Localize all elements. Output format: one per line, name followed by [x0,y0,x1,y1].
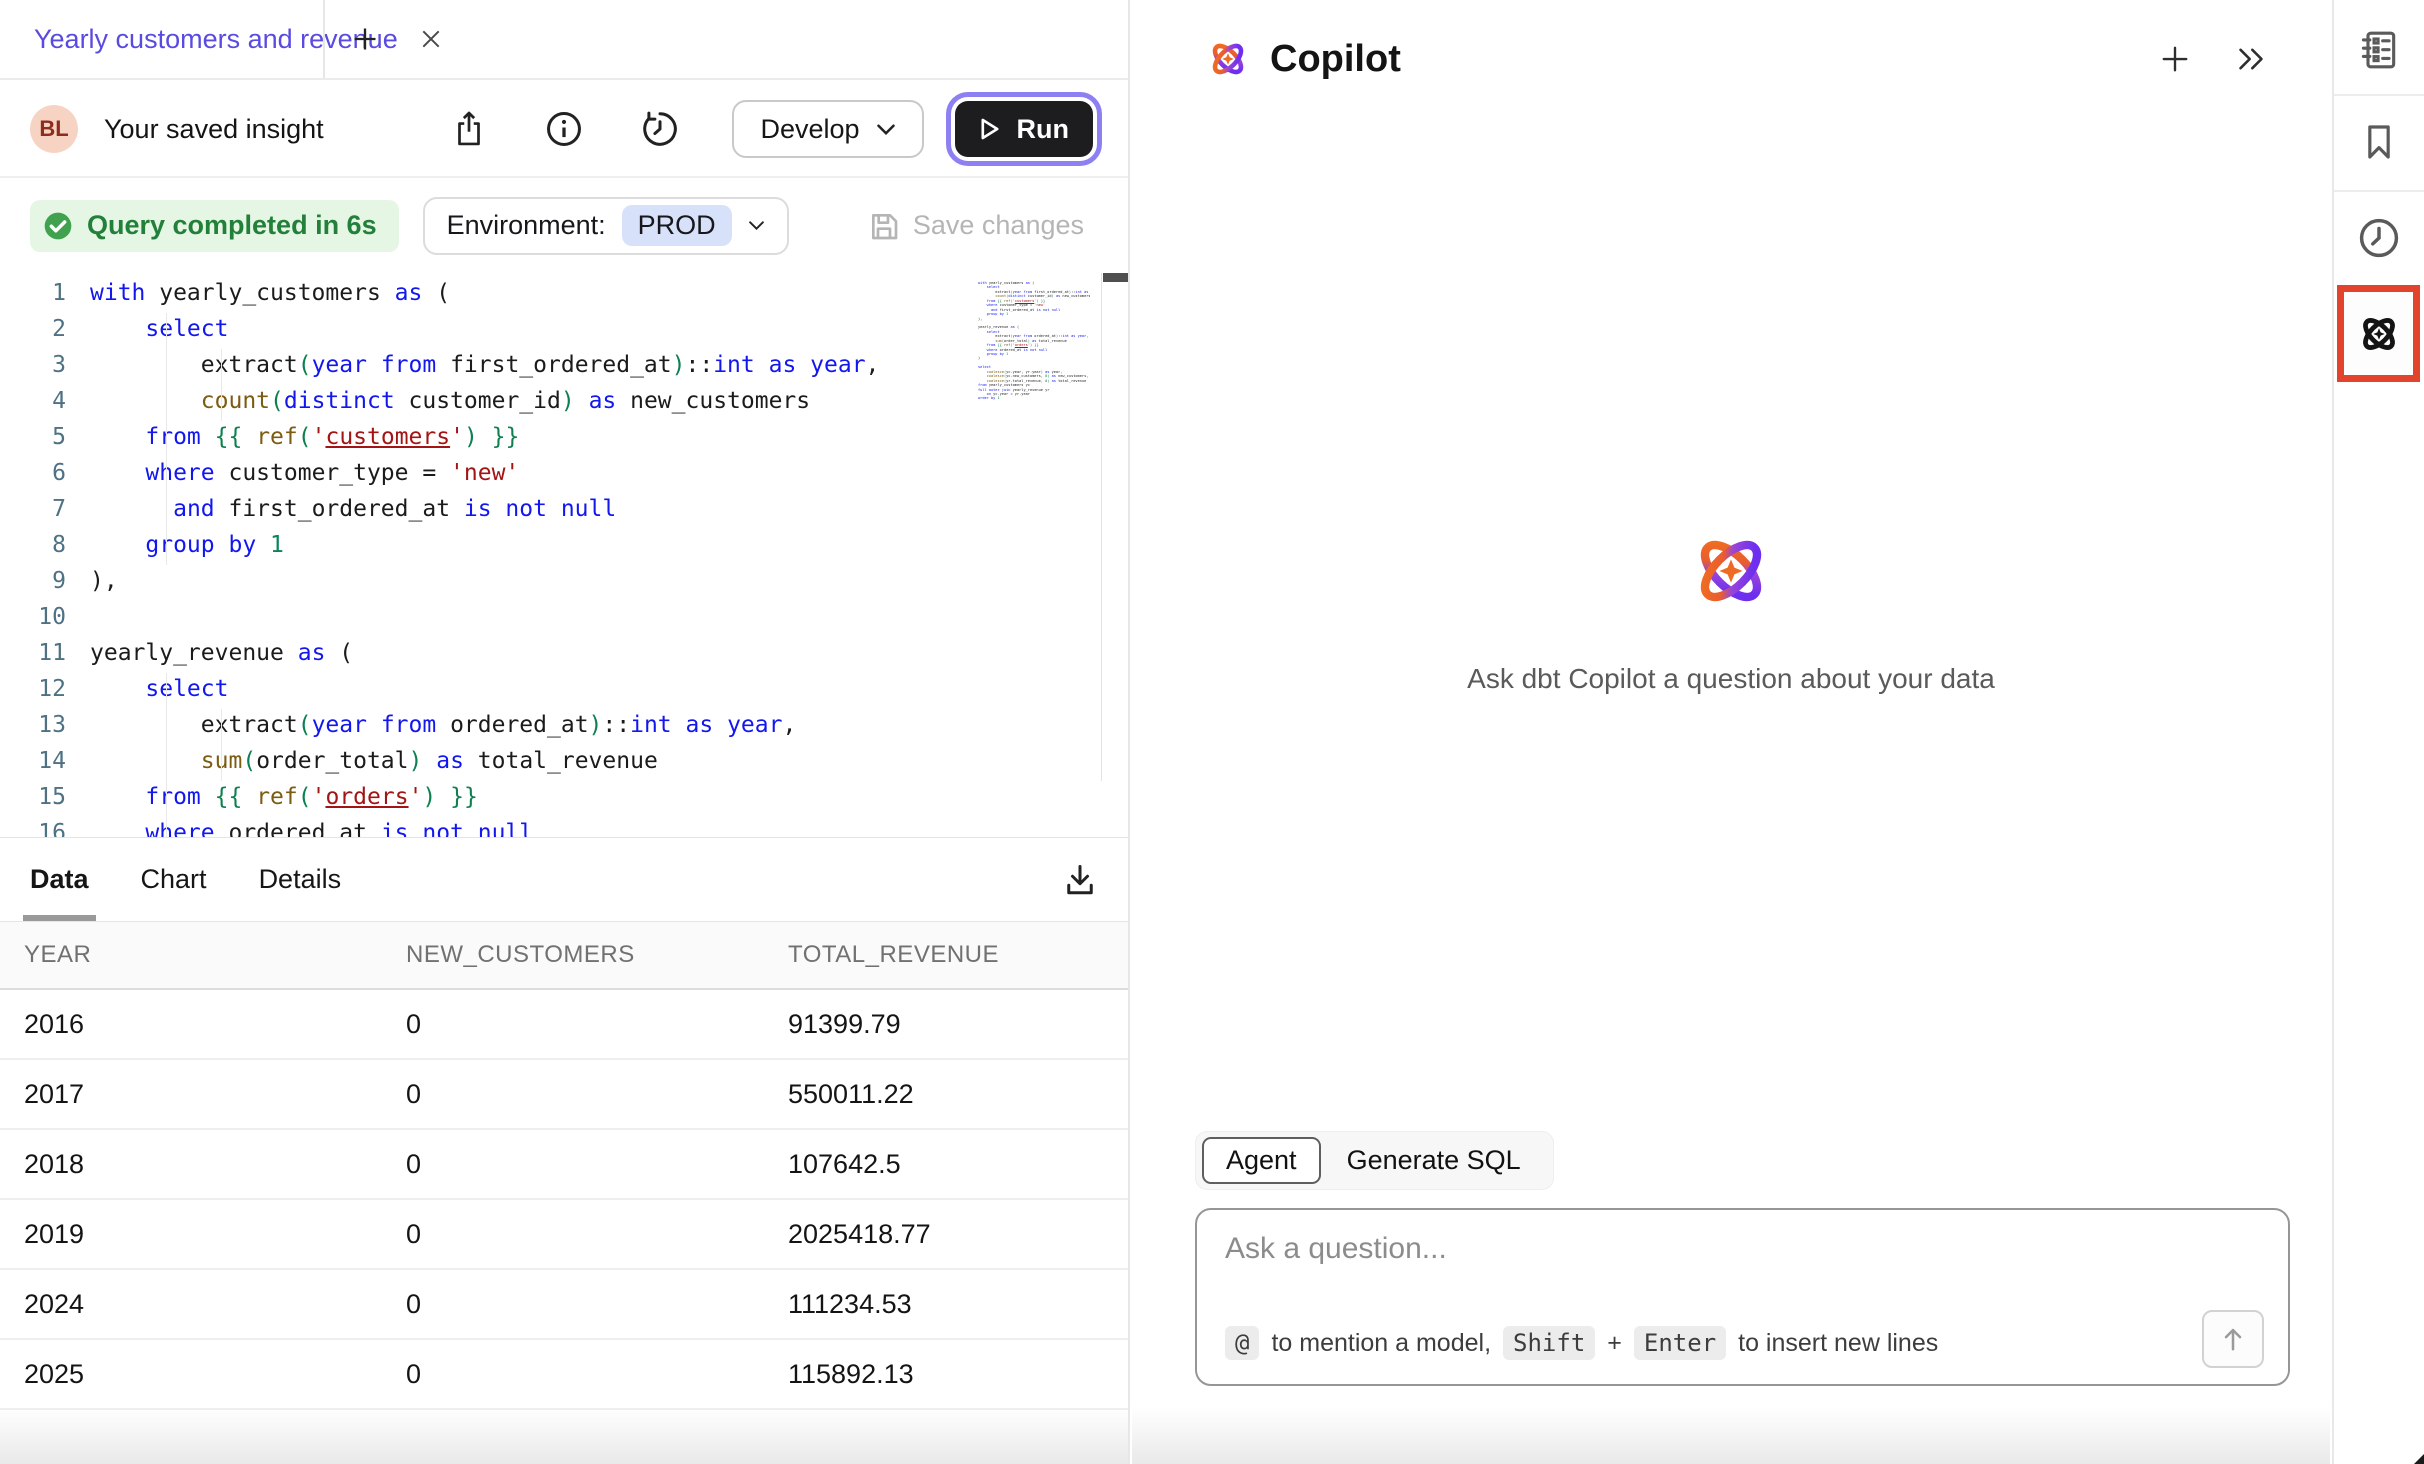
input-hint: @ to mention a model, Shift + Enter to i… [1225,1326,1938,1360]
environment-value-chip: PROD [622,205,732,246]
download-results-button[interactable] [1062,838,1098,921]
table-row[interactable]: 2016091399.79 [0,990,1128,1060]
history-button[interactable] [612,111,708,147]
copilot-logo-icon [1204,35,1252,83]
new-tab-button[interactable] [343,17,387,61]
table-row[interactable]: 20250115892.13 [0,1340,1128,1410]
table-header: YEAR NEW_CUSTOMERS TOTAL_REVENUE [0,922,1128,990]
column-header-total-revenue[interactable]: TOTAL_REVENUE [788,941,1128,969]
clock-icon [2357,216,2401,260]
table-row[interactable]: 20240111234.53 [0,1270,1128,1340]
table-row[interactable]: 201902025418.77 [0,1200,1128,1270]
chevron-down-icon [876,123,896,136]
copilot-header: Copilot [1132,0,2330,118]
tab-chart[interactable]: Chart [141,838,207,921]
query-status-text: Query completed in 6s [87,210,377,241]
copilot-bottom-fade [1132,1407,2330,1464]
develop-dropdown[interactable]: Develop [732,100,923,158]
code-lines: 1with yearly_customers as (2 select3 ext… [0,273,1128,838]
copilot-mode-switcher: Agent Generate SQL [1195,1131,1554,1190]
history-rail-button[interactable] [2334,192,2424,284]
environment-dropdown[interactable]: Environment: PROD [423,197,789,255]
status-row: Query completed in 6s Environment: PROD … [0,178,1128,273]
table-row[interactable]: 20180107642.5 [0,1130,1128,1200]
results-tab-bar: Data Chart Details [0,838,1128,922]
history-icon [642,111,678,147]
indent-guide [221,709,222,781]
new-tab-zone [323,0,387,78]
mode-generate-sql-button[interactable]: Generate SQL [1321,1145,1547,1176]
results-panel: Data Chart Details YEAR NEW_CUSTOMERS TO… [0,838,1128,1464]
copilot-question-input[interactable]: Ask a question... @ to mention a model, … [1195,1208,2290,1386]
tab-data[interactable]: Data [30,838,89,921]
new-chat-button[interactable] [2138,44,2212,74]
chevron-down-icon [748,220,765,231]
close-icon[interactable] [420,28,442,50]
indent-guide [166,313,167,565]
run-button-focus-ring: Run [946,92,1102,166]
copilot-panel: Copilot Ask dbt Copilot a question about… [1132,0,2330,1464]
copilot-rail-icon [2354,309,2404,359]
download-icon [1062,862,1098,898]
indent-guide [221,349,222,421]
at-key-chip: @ [1225,1326,1259,1360]
insight-title: Your saved insight [104,114,324,145]
copilot-empty-state: Ask dbt Copilot a question about your da… [1132,523,2330,695]
info-button[interactable] [516,111,612,147]
table-body: 2016091399.7920170550011.2220180107642.5… [0,990,1128,1410]
indent-guide [166,673,167,837]
hint-mention-text: to mention a model, [1271,1329,1491,1358]
copilot-title: Copilot [1270,38,1401,81]
share-icon [452,110,486,148]
check-circle-icon [42,210,74,242]
query-status-badge: Query completed in 6s [30,200,399,252]
hint-newline-text: to insert new lines [1738,1329,1938,1358]
shift-key-chip: Shift [1503,1326,1595,1360]
environment-label: Environment: [447,210,606,241]
share-button[interactable] [422,110,516,148]
bookmarks-button[interactable] [2334,96,2424,188]
save-changes-button[interactable]: Save changes [868,210,1098,242]
toolbar: BL Your saved insight [0,82,1128,178]
sql-editor[interactable]: 1with yearly_customers as (2 select3 ext… [0,273,1128,838]
info-icon [546,111,582,147]
minimap[interactable]: with yearly_customers as ( select extrac… [978,281,1090,701]
enter-key-chip: Enter [1634,1326,1726,1360]
save-changes-label: Save changes [913,210,1084,241]
column-header-year[interactable]: YEAR [24,941,406,969]
copilot-rail-button-active[interactable] [2337,285,2420,382]
copilot-empty-text: Ask dbt Copilot a question about your da… [1467,663,1995,695]
send-button[interactable] [2202,1310,2264,1368]
scrollbar-thumb[interactable] [1103,273,1128,282]
mode-agent-button[interactable]: Agent [1202,1137,1321,1184]
collapse-panel-button[interactable] [2212,45,2290,73]
resize-corner-mark [2414,1454,2424,1464]
play-icon [979,117,1001,141]
arrow-up-icon [2220,1325,2246,1353]
copilot-logo-large-icon [1683,523,1779,619]
bookmark-icon [2359,120,2399,164]
notebook-button[interactable] [2334,8,2424,92]
notebook-icon [2357,28,2401,72]
scrollbar-track [1101,273,1102,781]
tab-details[interactable]: Details [259,838,342,921]
editor-panel: Yearly customers and revenue BL Your sav… [0,0,1130,1464]
avatar: BL [30,105,78,153]
results-bottom-fade [0,1407,1128,1464]
input-placeholder: Ask a question... [1225,1232,1447,1266]
develop-label: Develop [760,114,859,145]
tab-yearly-customers[interactable]: Yearly customers and revenue [0,0,323,78]
run-label: Run [1017,114,1069,145]
tab-bar: Yearly customers and revenue [0,0,1128,80]
run-button[interactable]: Run [955,101,1093,157]
table-row[interactable]: 20170550011.22 [0,1060,1128,1130]
save-icon [868,210,900,242]
hint-plus: + [1607,1329,1622,1358]
right-icon-rail [2332,0,2424,1464]
column-header-new-customers[interactable]: NEW_CUSTOMERS [406,941,788,969]
